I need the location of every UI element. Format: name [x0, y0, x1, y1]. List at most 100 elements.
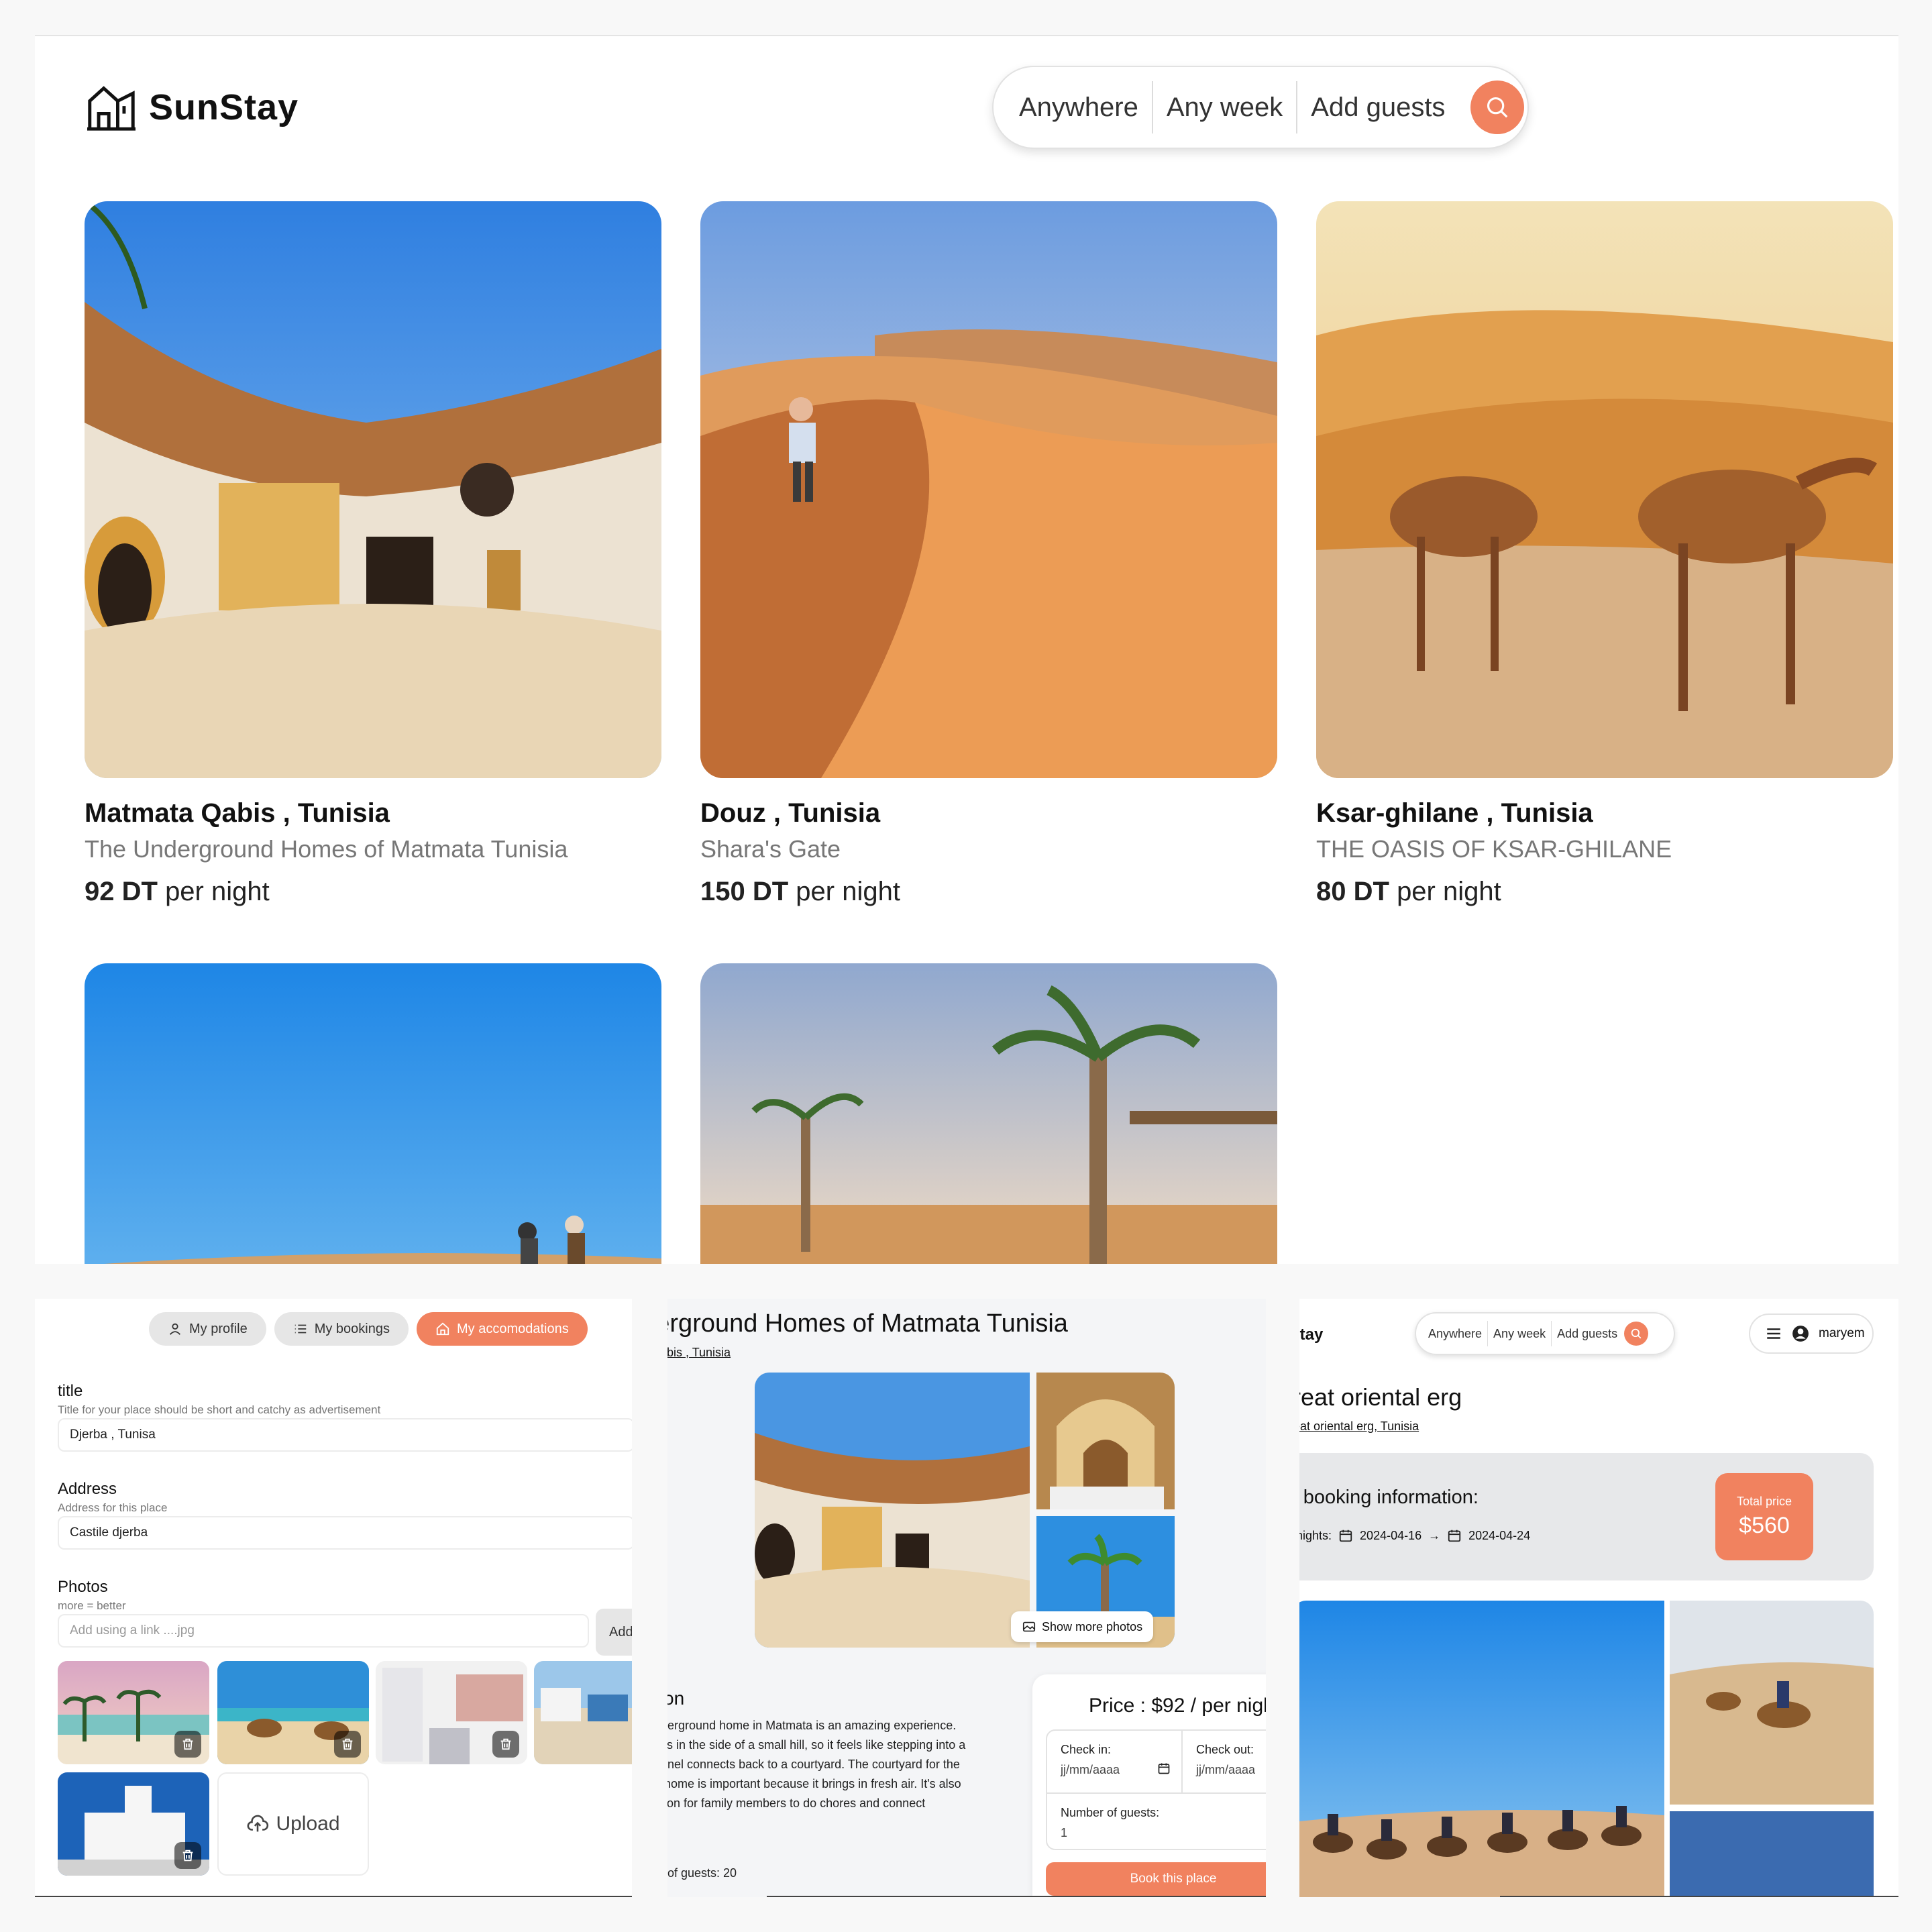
nav-label: My bookings [314, 1321, 390, 1336]
gallery-photo[interactable] [1670, 1811, 1874, 1897]
delete-photo-button[interactable] [174, 1842, 201, 1869]
listing-subtitle: THE OASIS OF KSAR-GHILANE [1316, 835, 1672, 863]
user-icon [169, 1323, 181, 1335]
image-icon [1022, 1621, 1036, 1632]
divider [1551, 1321, 1552, 1346]
home-page: SunStay Anywhere Any week Add guests Mat… [35, 35, 1898, 1264]
place-detail-page: nderground Homes of Matmata Tunisia a Qa… [667, 1299, 1266, 1897]
price-value: 80 DT [1316, 877, 1389, 906]
search-icon [1631, 1328, 1642, 1339]
listing-title[interactable]: Ksar-ghilane , Tunisia [1316, 798, 1893, 828]
search-button[interactable] [1470, 80, 1525, 134]
title-input[interactable]: Djerba , Tunisa [58, 1418, 632, 1452]
place-address-link[interactable]: great oriental erg, Tunisia [1299, 1419, 1419, 1434]
logo-text: SunStay [149, 87, 299, 127]
delete-photo-button[interactable] [492, 1731, 519, 1758]
logo[interactable]: SunStay [86, 83, 299, 131]
nav-my-accommodations[interactable]: My accomodations [416, 1312, 588, 1346]
checkin-input[interactable]: jj/mm/aaaa [1061, 1763, 1120, 1777]
description-text: nderground home in Matmata is an amazing… [667, 1716, 1016, 1813]
search-guests[interactable]: Add guests [1557, 1327, 1617, 1341]
search-anywhere[interactable]: Anywhere [1019, 93, 1152, 123]
delete-photo-button[interactable] [334, 1731, 361, 1758]
upload-button[interactable]: Upload [217, 1772, 369, 1876]
gallery-main-photo[interactable] [1299, 1601, 1664, 1897]
show-more-photos-button[interactable]: Show more photos [1011, 1611, 1154, 1642]
divider [1181, 1731, 1183, 1792]
nav-my-profile[interactable]: My profile [149, 1312, 266, 1346]
logo-text[interactable]: nStay [1299, 1326, 1323, 1344]
description-line: unnel connects back to a courtyard. The … [667, 1758, 960, 1771]
gallery-main-photo[interactable] [755, 1373, 1030, 1648]
price-unit: per night [165, 877, 270, 906]
calendar-icon[interactable] [1157, 1762, 1171, 1775]
description-line: ation for family members to do chores an… [667, 1796, 926, 1810]
listing-image[interactable] [85, 201, 661, 778]
search-bar[interactable]: Anywhere Any week Add guests [1415, 1312, 1675, 1355]
search-guests[interactable]: Add guests [1297, 93, 1458, 123]
place-title: great oriental erg [1299, 1383, 1462, 1411]
photo-thumb[interactable] [376, 1661, 527, 1764]
photo-thumb[interactable] [217, 1661, 369, 1764]
book-place-button[interactable]: Book this place [1046, 1862, 1266, 1896]
booking-widget: Price : $92 / per nigh Check in: jj/mm/a… [1032, 1674, 1266, 1897]
listing-card[interactable]: Douz , Tunisia Shara's Gate 150 DT per n… [700, 201, 1277, 907]
photo-image [534, 1661, 632, 1764]
listing-price: 92 DT per night [85, 877, 661, 907]
listing-card[interactable]: Matmata Qabis , Tunisia The Underground … [85, 201, 661, 907]
total-price-value: $560 [1739, 1513, 1790, 1538]
listing-image[interactable] [700, 963, 1277, 1264]
booking-info-box: ır booking information: 3 nights: 2024-0… [1299, 1453, 1874, 1580]
listing-image[interactable] [85, 963, 661, 1264]
checkin-label: Check in: [1061, 1743, 1112, 1756]
listing-image[interactable] [1316, 201, 1893, 778]
delete-photo-button[interactable] [174, 1731, 201, 1758]
max-guests-info: rs of guests: 20 [667, 1866, 737, 1880]
divider [35, 1896, 632, 1897]
booking-price: Price : $92 / per nigh [1089, 1695, 1266, 1717]
divider [767, 1896, 1266, 1897]
place-address-link[interactable]: a Qabis , Tunisia [667, 1346, 731, 1360]
nav-my-bookings[interactable]: My bookings [274, 1312, 409, 1346]
photo-thumb[interactable] [58, 1772, 209, 1876]
user-menu[interactable]: maryem [1749, 1313, 1874, 1354]
listing-title[interactable]: Douz , Tunisia [700, 798, 1277, 828]
address-hint: Address for this place [58, 1501, 168, 1514]
nav-label: My accomodations [456, 1321, 569, 1336]
upload-icon [248, 1815, 269, 1832]
search-button[interactable] [1624, 1322, 1649, 1346]
listing-card[interactable]: Ksar-ghilane , Tunisia THE OASIS OF KSAR… [1316, 201, 1893, 907]
photo-link-input[interactable]: Add using a link ....jpg [58, 1614, 589, 1648]
search-week[interactable]: Any week [1493, 1327, 1546, 1341]
trash-icon [500, 1738, 511, 1750]
price-value: 150 DT [700, 877, 789, 906]
listing-price: 80 DT per night [1316, 877, 1893, 907]
checkout-input[interactable]: jj/mm/aaaa [1196, 1763, 1255, 1777]
price-value: 92 DT [85, 877, 158, 906]
gallery-photo[interactable] [1670, 1601, 1874, 1805]
search-anywhere[interactable]: Anywhere [1428, 1327, 1482, 1341]
address-input[interactable]: Castile djerba [58, 1516, 632, 1550]
upload-label: Upload [276, 1813, 340, 1835]
search-week[interactable]: Any week [1153, 93, 1296, 123]
search-bar[interactable]: Anywhere Any week Add guests [992, 66, 1529, 149]
checkout-label: Check out: [1196, 1743, 1254, 1756]
guests-input[interactable]: 1 [1061, 1826, 1067, 1840]
booking-info-heading: ır booking information: [1299, 1487, 1479, 1508]
description-heading: tion [667, 1688, 685, 1709]
listing-price: 150 DT per night [700, 877, 1277, 907]
listing-title[interactable]: Matmata Qabis , Tunisia [85, 798, 661, 828]
trash-icon [342, 1738, 353, 1750]
checkout-date: 2024-04-24 [1468, 1528, 1531, 1542]
price-unit: per night [1397, 877, 1501, 906]
add-photo-button[interactable]: Add [596, 1609, 632, 1656]
listing-image[interactable] [700, 201, 1277, 778]
account-nav: My profile My bookings My accomodations [149, 1312, 588, 1346]
user-name: maryem [1819, 1326, 1865, 1340]
calendar-icon [1448, 1529, 1461, 1542]
total-price-badge: Total price $560 [1715, 1473, 1813, 1560]
title-label: title [58, 1382, 83, 1400]
photo-thumb[interactable] [58, 1661, 209, 1764]
photo-thumb[interactable] [534, 1661, 632, 1764]
gallery-photo[interactable] [1036, 1373, 1175, 1509]
